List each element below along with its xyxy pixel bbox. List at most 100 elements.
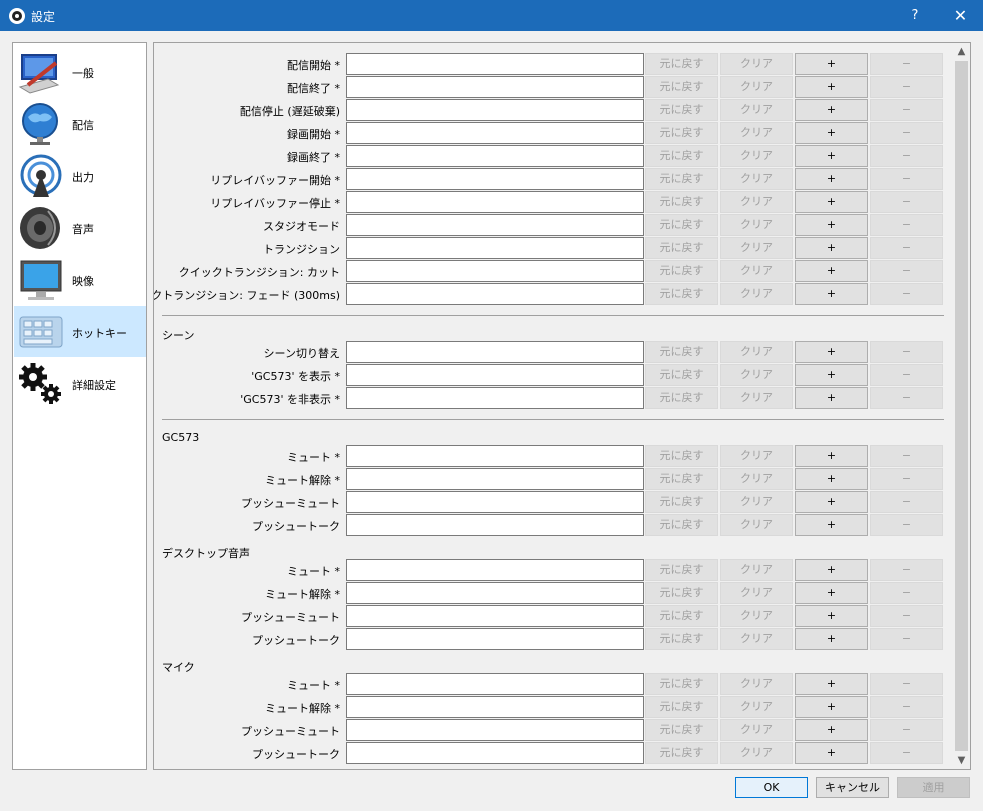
hotkey-input[interactable] <box>346 719 644 741</box>
clear-button[interactable]: クリア <box>720 491 793 513</box>
clear-button[interactable]: クリア <box>720 99 793 121</box>
revert-button[interactable]: 元に戻す <box>645 168 718 190</box>
hotkey-input[interactable] <box>346 122 644 144</box>
add-button[interactable]: + <box>795 283 868 305</box>
add-button[interactable]: + <box>795 76 868 98</box>
add-button[interactable]: + <box>795 582 868 604</box>
remove-button[interactable]: − <box>870 168 943 190</box>
remove-button[interactable]: − <box>870 696 943 718</box>
clear-button[interactable]: クリア <box>720 53 793 75</box>
remove-button[interactable]: − <box>870 53 943 75</box>
add-button[interactable]: + <box>795 191 868 213</box>
add-button[interactable]: + <box>795 237 868 259</box>
sidebar-item-hotkeys[interactable]: ホットキー <box>14 306 146 357</box>
hotkey-input[interactable] <box>346 696 644 718</box>
hotkeys-panel[interactable]: 配信開始 * 元に戻す クリア + − 配信終了 * 元に戻す クリア + − 配信停止 (遅延破棄… <box>153 42 971 770</box>
hotkey-input[interactable] <box>346 191 644 213</box>
remove-button[interactable]: − <box>870 491 943 513</box>
remove-button[interactable]: − <box>870 559 943 581</box>
revert-button[interactable]: 元に戻す <box>645 237 718 259</box>
revert-button[interactable]: 元に戻す <box>645 696 718 718</box>
close-button[interactable]: ✕ <box>938 0 983 31</box>
clear-button[interactable]: クリア <box>720 76 793 98</box>
hotkey-input[interactable] <box>346 283 644 305</box>
hotkey-input[interactable] <box>346 628 644 650</box>
remove-button[interactable]: − <box>870 341 943 363</box>
clear-button[interactable]: クリア <box>720 742 793 764</box>
revert-button[interactable]: 元に戻す <box>645 99 718 121</box>
hotkey-input[interactable] <box>346 145 644 167</box>
revert-button[interactable]: 元に戻す <box>645 628 718 650</box>
revert-button[interactable]: 元に戻す <box>645 719 718 741</box>
revert-button[interactable]: 元に戻す <box>645 214 718 236</box>
revert-button[interactable]: 元に戻す <box>645 122 718 144</box>
remove-button[interactable]: − <box>870 237 943 259</box>
add-button[interactable]: + <box>795 53 868 75</box>
clear-button[interactable]: クリア <box>720 145 793 167</box>
remove-button[interactable]: − <box>870 673 943 695</box>
clear-button[interactable]: クリア <box>720 673 793 695</box>
add-button[interactable]: + <box>795 145 868 167</box>
remove-button[interactable]: − <box>870 445 943 467</box>
add-button[interactable]: + <box>795 214 868 236</box>
hotkey-input[interactable] <box>346 341 644 363</box>
hotkey-input[interactable] <box>346 468 644 490</box>
hotkey-input[interactable] <box>346 237 644 259</box>
help-button[interactable]: ? <box>898 0 932 31</box>
hotkey-input[interactable] <box>346 387 644 409</box>
revert-button[interactable]: 元に戻す <box>645 559 718 581</box>
add-button[interactable]: + <box>795 99 868 121</box>
remove-button[interactable]: − <box>870 364 943 386</box>
remove-button[interactable]: − <box>870 283 943 305</box>
add-button[interactable]: + <box>795 387 868 409</box>
add-button[interactable]: + <box>795 696 868 718</box>
clear-button[interactable]: クリア <box>720 260 793 282</box>
clear-button[interactable]: クリア <box>720 696 793 718</box>
scroll-down-icon[interactable]: ▼ <box>953 752 970 769</box>
revert-button[interactable]: 元に戻す <box>645 191 718 213</box>
remove-button[interactable]: − <box>870 719 943 741</box>
remove-button[interactable]: − <box>870 628 943 650</box>
revert-button[interactable]: 元に戻す <box>645 145 718 167</box>
hotkey-input[interactable] <box>346 514 644 536</box>
clear-button[interactable]: クリア <box>720 122 793 144</box>
revert-button[interactable]: 元に戻す <box>645 283 718 305</box>
remove-button[interactable]: − <box>870 122 943 144</box>
hotkey-input[interactable] <box>346 605 644 627</box>
clear-button[interactable]: クリア <box>720 168 793 190</box>
remove-button[interactable]: − <box>870 214 943 236</box>
remove-button[interactable]: − <box>870 145 943 167</box>
hotkey-input[interactable] <box>346 260 644 282</box>
clear-button[interactable]: クリア <box>720 387 793 409</box>
clear-button[interactable]: クリア <box>720 237 793 259</box>
ok-button[interactable]: OK <box>735 777 808 798</box>
hotkey-input[interactable] <box>346 99 644 121</box>
remove-button[interactable]: − <box>870 387 943 409</box>
add-button[interactable]: + <box>795 673 868 695</box>
revert-button[interactable]: 元に戻す <box>645 341 718 363</box>
add-button[interactable]: + <box>795 122 868 144</box>
remove-button[interactable]: − <box>870 191 943 213</box>
revert-button[interactable]: 元に戻す <box>645 53 718 75</box>
sidebar-item-general[interactable]: 一般 <box>14 46 146 97</box>
add-button[interactable]: + <box>795 260 868 282</box>
clear-button[interactable]: クリア <box>720 582 793 604</box>
hotkey-input[interactable] <box>346 673 644 695</box>
cancel-button[interactable]: キャンセル <box>816 777 889 798</box>
sidebar-item-audio[interactable]: 音声 <box>14 202 146 253</box>
sidebar-item-output[interactable]: 出力 <box>14 150 146 201</box>
remove-button[interactable]: − <box>870 468 943 490</box>
clear-button[interactable]: クリア <box>720 628 793 650</box>
add-button[interactable]: + <box>795 514 868 536</box>
vertical-scrollbar[interactable]: ▲ ▼ <box>953 43 970 769</box>
revert-button[interactable]: 元に戻す <box>645 260 718 282</box>
clear-button[interactable]: クリア <box>720 514 793 536</box>
sidebar-item-advanced[interactable]: 詳細設定 <box>14 358 146 409</box>
add-button[interactable]: + <box>795 445 868 467</box>
scrollbar-thumb[interactable] <box>955 61 968 751</box>
hotkey-input[interactable] <box>346 168 644 190</box>
clear-button[interactable]: クリア <box>720 719 793 741</box>
add-button[interactable]: + <box>795 742 868 764</box>
sidebar-item-video[interactable]: 映像 <box>14 254 146 305</box>
clear-button[interactable]: クリア <box>720 559 793 581</box>
